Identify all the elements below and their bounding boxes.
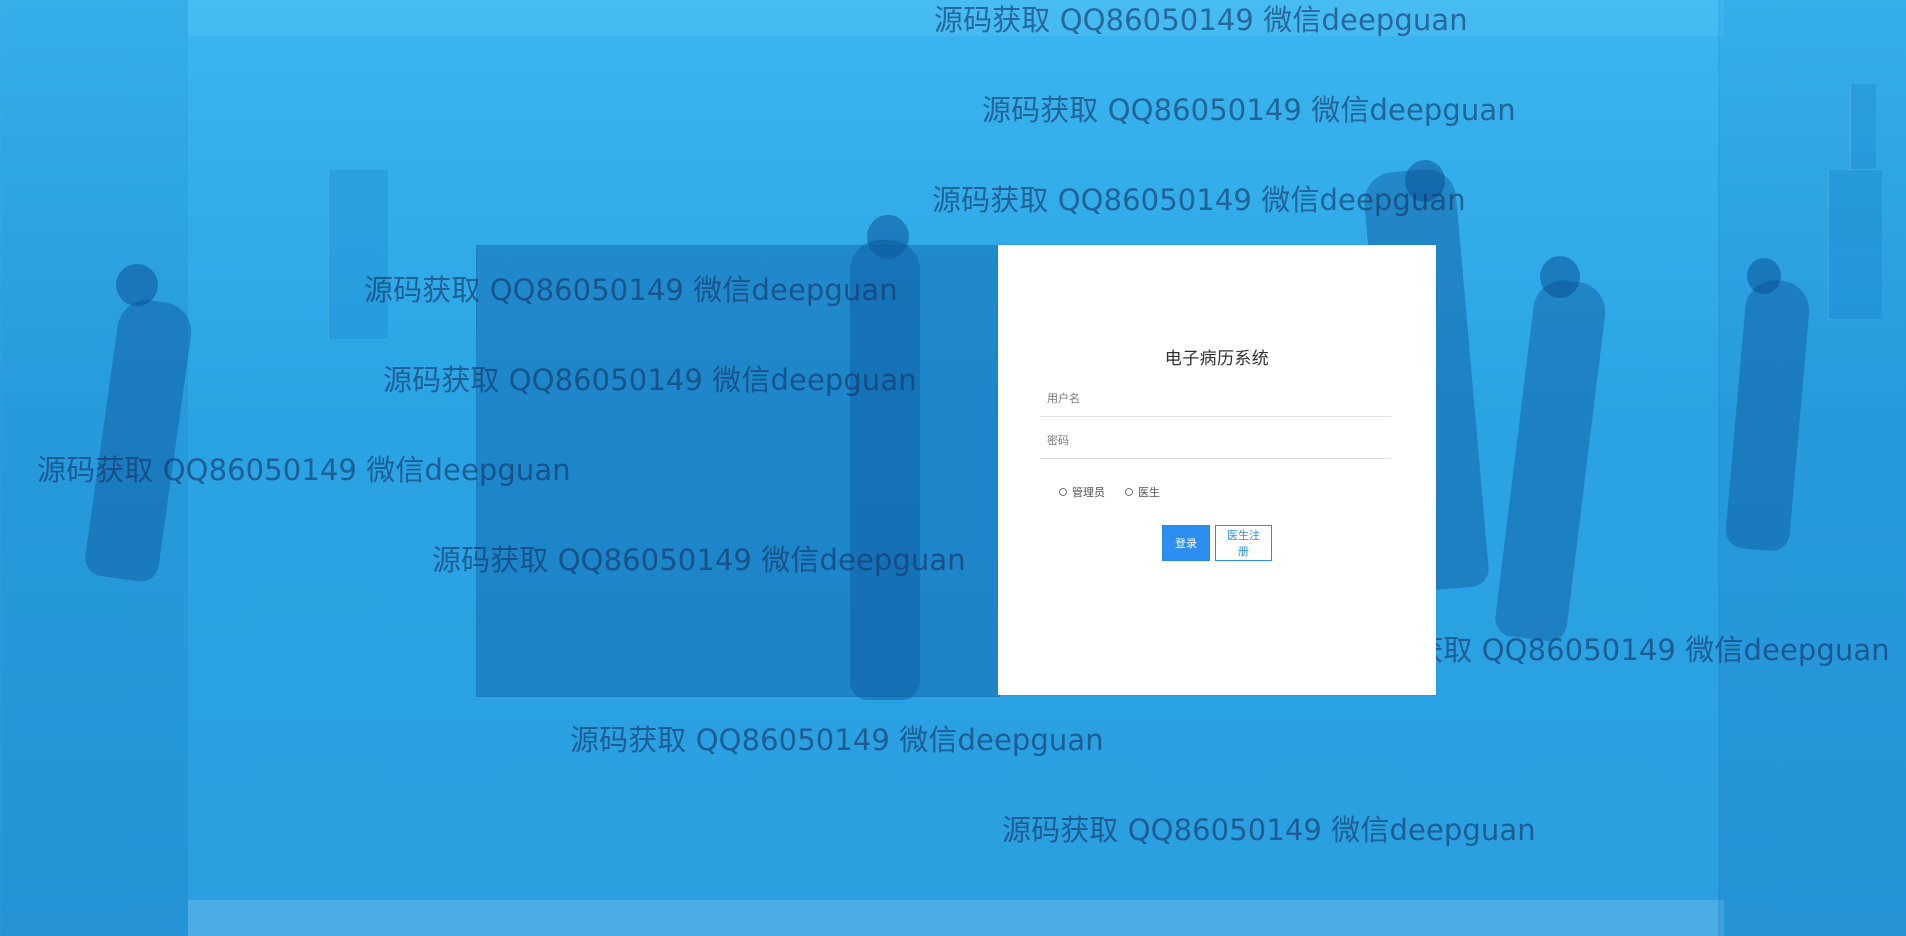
login-card: 电子病历系统 管理员 医生 登录 医生注册 <box>998 245 1436 695</box>
background-person-head <box>116 264 158 306</box>
login-button[interactable]: 登录 <box>1162 525 1210 561</box>
role-radio-group: 管理员 医生 <box>1059 485 1160 499</box>
watermark-text: 源码获取 QQ86050149 微信deepguan <box>37 453 571 487</box>
background-building <box>328 170 388 340</box>
radio-button-icon[interactable] <box>1059 488 1067 496</box>
watermark-text: 源码获取 QQ86050149 微信deepguan <box>432 543 966 577</box>
doctor-register-button[interactable]: 医生注册 <box>1215 525 1272 561</box>
watermark-text: 源码获取 QQ86050149 微信deepguan <box>1356 633 1890 667</box>
background-bottom-band <box>188 900 1724 936</box>
watermark-text: 源码获取 QQ86050149 微信deepguan <box>570 723 1104 757</box>
doctor-role-option[interactable]: 医生 <box>1125 484 1160 500</box>
background-building <box>1850 84 1876 170</box>
watermark-text: 源码获取 QQ86050149 微信deepguan <box>932 183 1466 217</box>
admin-role-label: 管理员 <box>1072 486 1105 499</box>
admin-role-option[interactable]: 管理员 <box>1059 484 1105 500</box>
login-page: 源码获取 QQ86050149 微信deepguan 源码获取 QQ860501… <box>0 0 1906 936</box>
password-input[interactable] <box>1040 422 1391 459</box>
watermark-text: 源码获取 QQ86050149 微信deepguan <box>982 93 1516 127</box>
radio-button-icon[interactable] <box>1125 488 1133 496</box>
doctor-role-label: 医生 <box>1138 486 1160 499</box>
background-person-head <box>1540 256 1580 298</box>
watermark-text: 源码获取 QQ86050149 微信deepguan <box>1002 813 1536 847</box>
watermark-text: 源码获取 QQ86050149 微信deepguan <box>383 363 917 397</box>
username-input[interactable] <box>1040 380 1391 417</box>
background-person-silhouette <box>1493 276 1609 644</box>
login-title: 电子病历系统 <box>1164 349 1270 369</box>
background-building <box>1828 170 1882 320</box>
watermark-text: 源码获取 QQ86050149 微信deepguan <box>934 3 1468 37</box>
watermark-text: 源码获取 QQ86050149 微信deepguan <box>364 273 898 307</box>
login-actions: 登录 医生注册 <box>1162 525 1272 561</box>
background-person-head <box>1747 258 1781 294</box>
